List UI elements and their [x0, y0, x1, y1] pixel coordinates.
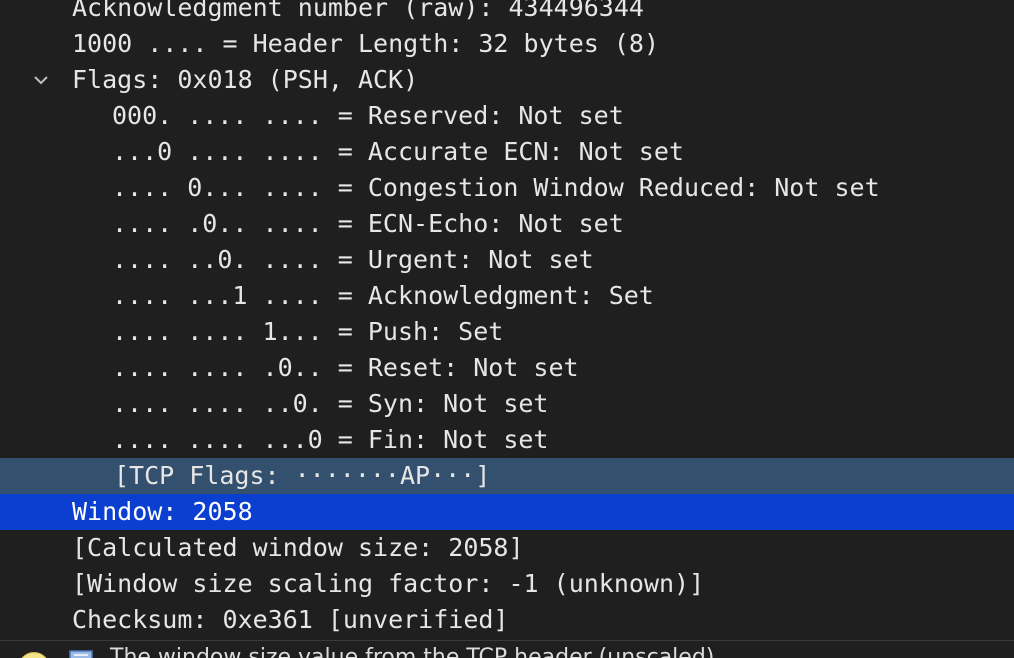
- tree-row-label: Flags: 0x018 (PSH, ACK): [72, 65, 419, 94]
- tree-row-flag-cwr[interactable]: .... 0... .... = Congestion Window Reduc…: [0, 170, 1014, 206]
- tree-row-flag-reset[interactable]: .... .... .0.. = Reset: Not set: [0, 350, 1014, 386]
- tree-row-label: .... ..0. .... = Urgent: Not set: [112, 245, 594, 274]
- tree-row-window-scaling-factor[interactable]: [Window size scaling factor: -1 (unknown…: [0, 566, 1014, 602]
- tree-row-flag-push[interactable]: .... .... 1... = Push: Set: [0, 314, 1014, 350]
- tree-row-flags[interactable]: Flags: 0x018 (PSH, ACK): [0, 62, 1014, 98]
- tree-row-label: .... .... ...0 = Fin: Not set: [112, 425, 549, 454]
- tree-row-flag-syn[interactable]: .... .... ..0. = Syn: Not set: [0, 386, 1014, 422]
- tree-row-label: 1000 .... = Header Length: 32 bytes (8): [72, 29, 659, 58]
- status-bar: The window size value from the TCP heade…: [0, 640, 1014, 658]
- tree-row-flag-fin[interactable]: .... .... ...0 = Fin: Not set: [0, 422, 1014, 458]
- tree-row-header-length[interactable]: 1000 .... = Header Length: 32 bytes (8): [0, 26, 1014, 62]
- edit-packet-icon[interactable]: [68, 649, 96, 658]
- tree-row-label: .... .0.. .... = ECN-Echo: Not set: [112, 209, 624, 238]
- tree-row-label: [Window size scaling factor: -1 (unknown…: [72, 569, 705, 598]
- tree-row-window[interactable]: Window: 2058: [0, 494, 1014, 530]
- tree-row-label: Window: 2058: [72, 497, 253, 526]
- tree-row-label: ...0 .... .... = Accurate ECN: Not set: [112, 137, 684, 166]
- tree-row-flag-urgent[interactable]: .... ..0. .... = Urgent: Not set: [0, 242, 1014, 278]
- tree-row-label: Acknowledgment number (raw): 434496344: [72, 0, 644, 22]
- tree-row-label: .... .... 1... = Push: Set: [112, 317, 504, 346]
- chevron-down-icon[interactable]: [33, 72, 49, 88]
- tree-row-flag-reserved[interactable]: 000. .... .... = Reserved: Not set: [0, 98, 1014, 134]
- tree-row-tcp-flags-summary[interactable]: [TCP Flags: ·······AP···]: [0, 458, 1014, 494]
- tree-row-label: .... ...1 .... = Acknowledgment: Set: [112, 281, 654, 310]
- lightbulb-icon[interactable]: [18, 652, 50, 658]
- packet-details-tree: Acknowledgment number (raw): 434496344 1…: [0, 0, 1014, 658]
- tree-row-label: Checksum: 0xe361 [unverified]: [72, 605, 509, 634]
- tree-row-label: .... .... .0.. = Reset: Not set: [112, 353, 579, 382]
- tree-row-calculated-window-size[interactable]: [Calculated window size: 2058]: [0, 530, 1014, 566]
- tree-row-flag-ecn-echo[interactable]: .... .0.. .... = ECN-Echo: Not set: [0, 206, 1014, 242]
- tree-row-label: [TCP Flags: ·······AP···]: [114, 461, 491, 490]
- status-text: The window size value from the TCP heade…: [110, 645, 715, 658]
- tree-row-flag-acknowledgment[interactable]: .... ...1 .... = Acknowledgment: Set: [0, 278, 1014, 314]
- tree-row-label: [Calculated window size: 2058]: [72, 533, 524, 562]
- tree-row-flag-accurate-ecn[interactable]: ...0 .... .... = Accurate ECN: Not set: [0, 134, 1014, 170]
- tree-row-ack-raw[interactable]: Acknowledgment number (raw): 434496344: [0, 0, 1014, 26]
- tree-row-label: 000. .... .... = Reserved: Not set: [112, 101, 624, 130]
- tree-row-checksum[interactable]: Checksum: 0xe361 [unverified]: [0, 602, 1014, 638]
- tree-row-label: .... 0... .... = Congestion Window Reduc…: [112, 173, 880, 202]
- tree-row-label: .... .... ..0. = Syn: Not set: [112, 389, 549, 418]
